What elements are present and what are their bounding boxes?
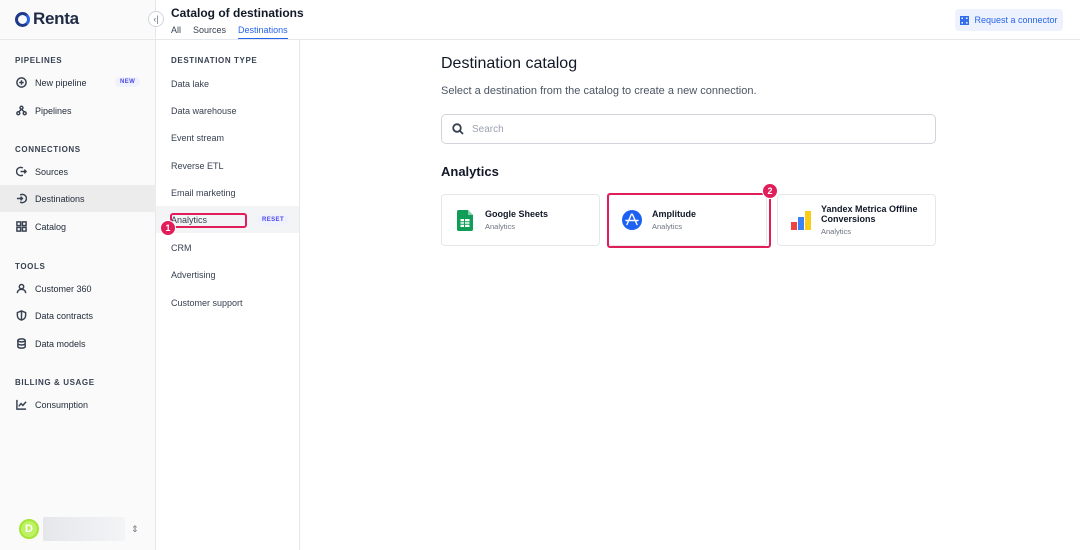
annotation-marker-2: 2 xyxy=(762,183,778,199)
request-connector-button[interactable]: Request a connector xyxy=(955,9,1063,31)
filter-item-email-marketing[interactable]: Email marketing xyxy=(156,179,299,206)
search-icon xyxy=(452,123,464,135)
annotation-highlight-2 xyxy=(607,193,771,248)
tab-sources[interactable]: Sources xyxy=(193,25,226,40)
sidebar-item-consumption[interactable]: Consumption xyxy=(0,391,156,418)
catalog-tabs: All Sources Destinations xyxy=(171,25,288,40)
sidebar-item-new-pipeline[interactable]: New pipeline NEW xyxy=(0,69,156,96)
sidebar-item-destinations[interactable]: Destinations xyxy=(0,185,156,212)
section-label-pipelines: PIPELINES xyxy=(15,56,63,65)
chart-line-icon xyxy=(15,399,27,411)
google-sheets-icon xyxy=(454,209,476,231)
destination-type-filter: DESTINATION TYPE Data lake Data warehous… xyxy=(156,40,300,550)
destination-card-google-sheets[interactable]: Google Sheets Analytics xyxy=(441,194,600,246)
filter-item-crm[interactable]: CRM xyxy=(156,234,299,261)
sidebar: Renta PIPELINES New pipeline NEW Pipelin… xyxy=(0,0,156,550)
section-label-billing: BILLING & USAGE xyxy=(15,378,95,387)
section-label-tools: TOOLS xyxy=(15,262,46,271)
catalog-subtitle: Select a destination from the catalog to… xyxy=(441,85,757,97)
reset-filter-button[interactable]: RESET xyxy=(257,215,290,225)
card-category: Analytics xyxy=(821,227,852,236)
filter-item-customer-support[interactable]: Customer support xyxy=(156,289,299,316)
filter-item-event-stream[interactable]: Event stream xyxy=(156,124,299,151)
tab-destinations[interactable]: Destinations xyxy=(238,25,288,40)
sidebar-item-data-contracts[interactable]: Data contracts xyxy=(0,302,156,329)
sidebar-item-label: Pipelines xyxy=(35,105,72,116)
catalog-grid-icon xyxy=(15,221,27,233)
user-menu[interactable]: D ⇕ xyxy=(19,517,139,541)
yandex-metrica-icon xyxy=(790,209,812,231)
section-label-connections: CONNECTIONS xyxy=(15,145,81,154)
destinations-icon xyxy=(15,193,27,205)
collapse-sidebar-button[interactable]: ‹| xyxy=(148,11,164,27)
sidebar-item-label: Data contracts xyxy=(35,310,94,321)
tab-all[interactable]: All xyxy=(171,25,181,40)
new-badge: NEW xyxy=(115,77,141,87)
user-icon xyxy=(15,283,27,295)
sidebar-item-sources[interactable]: Sources xyxy=(0,158,156,185)
filter-label: DESTINATION TYPE xyxy=(171,56,258,65)
sidebar-item-label: Catalog xyxy=(35,221,67,232)
card-name: Google Sheets xyxy=(485,209,549,219)
card-name: Yandex Metrica Offline Conversions xyxy=(821,204,918,224)
sidebar-item-label: Destinations xyxy=(35,193,85,204)
sources-icon xyxy=(15,166,27,178)
avatar: D xyxy=(19,519,39,539)
sidebar-item-label: New pipeline xyxy=(35,77,87,88)
filter-item-reverse-etl[interactable]: Reverse ETL xyxy=(156,152,299,179)
catalog-heading: Destination catalog xyxy=(441,55,578,72)
sidebar-item-label: Data models xyxy=(35,338,86,349)
renta-logo-icon xyxy=(15,11,30,27)
logo[interactable]: Renta xyxy=(15,9,79,29)
filter-item-advertising[interactable]: Advertising xyxy=(156,261,299,288)
sidebar-item-label: Consumption xyxy=(35,399,89,410)
card-category: Analytics xyxy=(485,222,516,231)
filter-item-data-lake[interactable]: Data lake xyxy=(156,70,299,97)
analytics-section-title: Analytics xyxy=(441,164,499,179)
annotation-marker-1: 1 xyxy=(160,220,176,236)
chevron-left-icon: ‹| xyxy=(153,14,159,24)
sidebar-item-label: Customer 360 xyxy=(35,283,92,294)
sidebar-item-catalog[interactable]: Catalog xyxy=(0,213,156,240)
filter-item-data-warehouse[interactable]: Data warehouse xyxy=(156,97,299,124)
plus-circle-icon xyxy=(15,77,27,89)
database-icon xyxy=(15,338,27,350)
search-input[interactable] xyxy=(472,123,912,135)
chevron-up-down-icon[interactable]: ⇕ xyxy=(131,524,139,535)
annotation-highlight-1 xyxy=(170,213,247,228)
sidebar-divider xyxy=(0,39,156,40)
shield-icon xyxy=(15,310,27,322)
sidebar-item-label: Sources xyxy=(35,166,69,177)
sidebar-item-data-models[interactable]: Data models xyxy=(0,330,156,357)
pipelines-icon xyxy=(15,105,27,117)
grid-icon xyxy=(960,15,970,25)
page-title: Catalog of destinations xyxy=(171,6,304,20)
request-connector-label: Request a connector xyxy=(974,15,1058,25)
user-name-redacted xyxy=(43,517,125,541)
brand-name: Renta xyxy=(33,9,79,28)
destination-card-yandex-metrica[interactable]: Yandex Metrica Offline Conversions Analy… xyxy=(777,194,936,246)
sidebar-item-customer-360[interactable]: Customer 360 xyxy=(0,275,156,302)
search-box xyxy=(441,114,936,144)
sidebar-item-pipelines[interactable]: Pipelines xyxy=(0,97,156,124)
